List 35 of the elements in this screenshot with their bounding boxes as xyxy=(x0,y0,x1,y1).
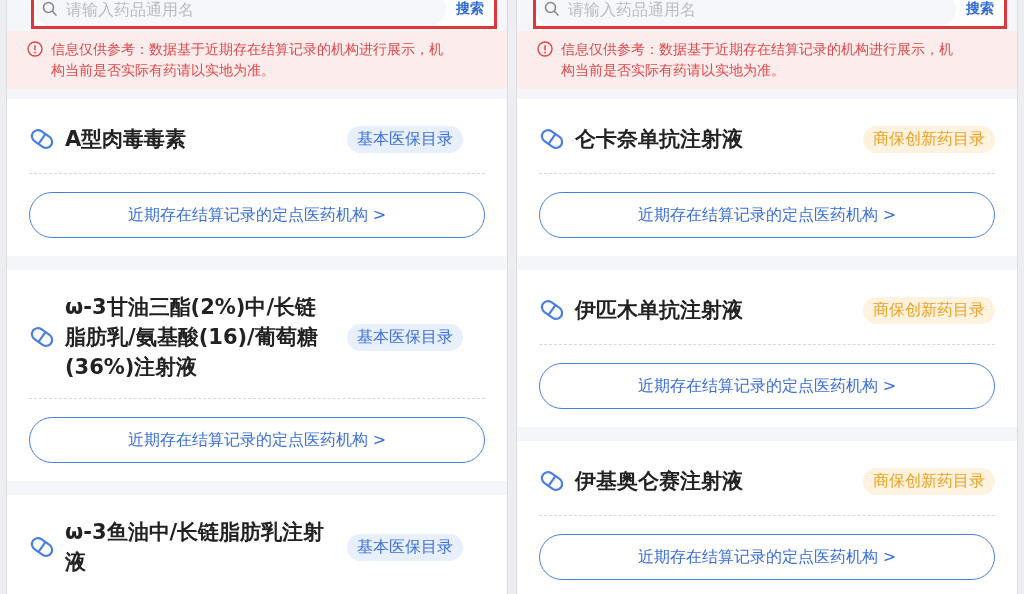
catalog-tag: 商保创新药目录 xyxy=(863,467,995,495)
catalog-tag: 基本医保目录 xyxy=(347,533,463,561)
search-icon xyxy=(42,1,58,17)
pill-icon xyxy=(29,326,55,348)
institutions-button[interactable]: 近期存在结算记录的定点医药机构 > xyxy=(539,534,995,580)
notice-text: 信息仅供参考：数据基于近期存在结算记录的机构进行展示，机构当前是否实际有药请以实地为准。 xyxy=(561,40,954,80)
drug-name: A型肉毒毒素 xyxy=(65,126,188,153)
catalog-tag: 商保创新药目录 xyxy=(863,125,995,153)
institutions-button[interactable]: 近期存在结算记录的定点医药机构 > xyxy=(539,192,995,238)
search-button[interactable]: 搜索 xyxy=(456,0,484,18)
catalog-tag: 商保创新药目录 xyxy=(863,296,995,324)
catalog-tag: 基本医保目录 xyxy=(347,125,463,153)
drug-name: ω-3甘油三酯(2%)中/长链脂肪乳/氨基酸(16)/葡萄糖(36%)注射液 xyxy=(65,294,319,381)
search-button[interactable]: 搜索 xyxy=(966,0,994,18)
drug-name: ω-3鱼油中/长链脂肪乳注射液 xyxy=(65,519,326,576)
drug-name: 仑卡奈单抗注射液 xyxy=(575,126,744,153)
institutions-button[interactable]: 近期存在结算记录的定点医药机构 > xyxy=(29,417,485,463)
search-icon xyxy=(544,1,560,17)
catalog-tag: 基本医保目录 xyxy=(347,323,463,351)
search-field[interactable]: 请输入药品通用名 xyxy=(34,0,446,26)
search-input[interactable]: 请输入药品通用名 xyxy=(64,0,438,20)
pill-icon xyxy=(29,128,55,150)
pill-icon xyxy=(539,128,565,150)
search-input[interactable]: 请输入药品通用名 xyxy=(566,0,948,20)
institutions-button[interactable]: 近期存在结算记录的定点医药机构 > xyxy=(29,192,485,238)
drug-name: 伊匹木单抗注射液 xyxy=(575,297,744,324)
search-field[interactable]: 请输入药品通用名 xyxy=(536,0,956,26)
institutions-button[interactable]: 近期存在结算记录的定点医药机构 > xyxy=(539,363,995,409)
pill-icon xyxy=(29,536,55,558)
drug-name: 伊基奥仑赛注射液 xyxy=(575,468,744,495)
notice-text: 信息仅供参考：数据基于近期存在结算记录的机构进行展示，机构当前是否实际有药请以实地为准。 xyxy=(51,40,444,80)
pill-icon xyxy=(539,299,565,321)
info-icon xyxy=(537,41,553,57)
pill-icon xyxy=(539,470,565,492)
info-icon xyxy=(27,41,43,57)
